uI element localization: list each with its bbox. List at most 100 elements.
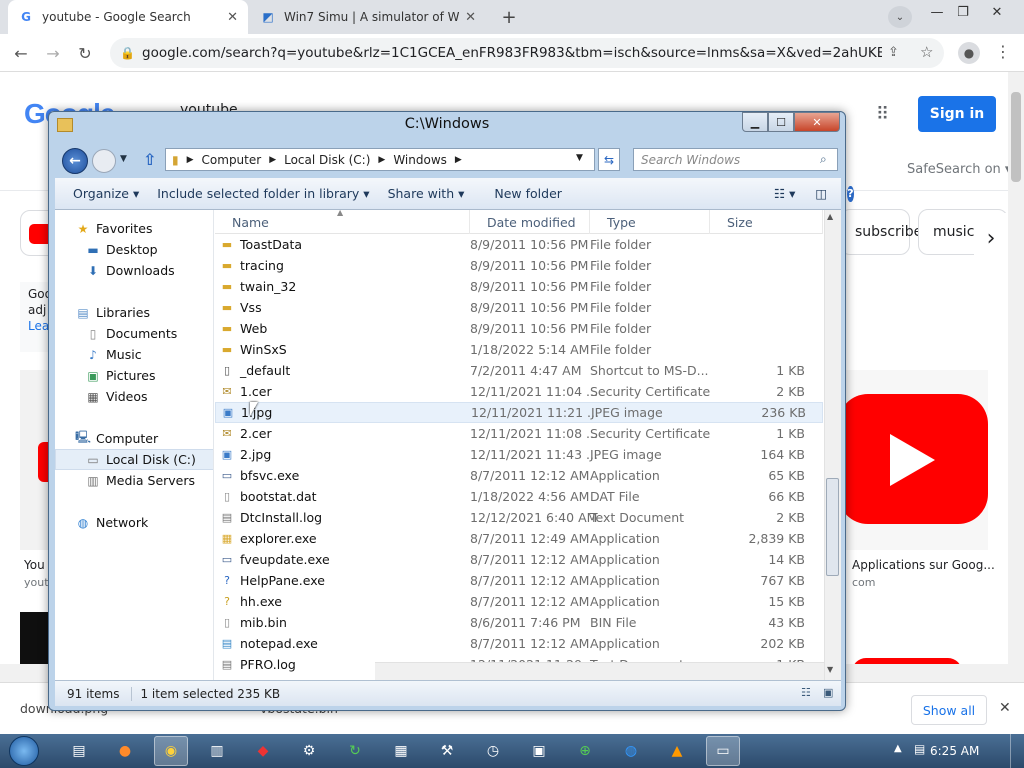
file-row[interactable]: ▭ bfsvc.exe 8/7/2011 12:12 AM Application 65… xyxy=(215,465,823,486)
new-tab-button[interactable]: + xyxy=(496,5,522,29)
include-in-library-button[interactable]: Include selected folder in library ▾ xyxy=(157,186,369,201)
nav-downloads[interactable]: ⬇ Downloads xyxy=(55,260,213,281)
file-row[interactable]: ▤ DtcInstall.log 12/12/2021 6:40 AM Text Do… xyxy=(215,507,823,528)
forward-arrow-icon[interactable]: → xyxy=(42,42,64,64)
recent-pages-chevron-icon[interactable]: ▼ xyxy=(120,154,127,164)
address-dropdown-icon[interactable]: ▼ xyxy=(576,153,583,163)
tray-expand-icon[interactable]: ▲ xyxy=(894,743,902,754)
organize-button[interactable]: Organize ▾ xyxy=(73,186,139,201)
column-name[interactable]: Name ▲ xyxy=(215,210,470,234)
close-window-button[interactable]: ✕ xyxy=(984,2,1010,22)
taskbar-window-icon[interactable]: ▭ xyxy=(706,736,740,766)
new-folder-button[interactable]: New folder xyxy=(494,186,562,201)
explorer-address-bar[interactable]: ▮ ▶ Computer ▶ Local Disk (C:) ▶ Windows… xyxy=(165,148,595,171)
taskbar-network-icon[interactable]: ⊕ xyxy=(568,736,602,766)
file-row[interactable]: ▬ ToastData 8/9/2011 10:56 PM File folder xyxy=(215,234,823,255)
taskbar-globe-icon[interactable]: ◍ xyxy=(614,736,648,766)
taskbar-vlc-icon[interactable]: ▲ xyxy=(660,736,694,766)
refresh-icon[interactable]: ⇆ xyxy=(598,148,620,171)
file-row[interactable]: ▣ 2.jpg 12/11/2021 11:43 ... JPEG image 164 … xyxy=(215,444,823,465)
taskbar-calculator-icon[interactable]: ▦ xyxy=(384,736,418,766)
forward-arrow-icon[interactable] xyxy=(92,149,116,173)
breadcrumb-windows[interactable]: Windows xyxy=(393,153,447,167)
breadcrumb-computer[interactable]: Computer xyxy=(202,153,262,167)
chevron-right-icon[interactable]: › xyxy=(974,213,1008,263)
explorer-minimize-button[interactable]: ▁ xyxy=(742,112,768,132)
file-row[interactable]: ▦ explorer.exe 8/7/2011 12:49 AM Applicatio… xyxy=(215,528,823,549)
taskbar-settings-icon[interactable]: ⚒ xyxy=(430,736,464,766)
taskbar-tool-icon[interactable]: ⚙ xyxy=(292,736,326,766)
file-row[interactable]: ▬ Web 8/9/2011 10:56 PM File folder xyxy=(215,318,823,339)
file-row[interactable]: ▬ twain_32 8/9/2011 10:56 PM File folder xyxy=(215,276,823,297)
back-arrow-icon[interactable]: ← xyxy=(62,148,88,174)
scroll-down-icon[interactable]: ▼ xyxy=(827,665,833,674)
file-row[interactable]: ▯ mib.bin 8/6/2011 7:46 PM BIN File 43 KB xyxy=(215,612,823,633)
file-row[interactable]: ▬ WinSxS 1/18/2022 5:14 AM File folder xyxy=(215,339,823,360)
up-arrow-icon[interactable]: ⇧ xyxy=(143,150,156,169)
file-row[interactable]: ▬ tracing 8/9/2011 10:56 PM File folder xyxy=(215,255,823,276)
file-list-scrollbar-thumb[interactable] xyxy=(826,478,839,576)
page-scrollbar-thumb[interactable] xyxy=(1011,92,1021,182)
chip-subscribe[interactable]: subscribe xyxy=(840,209,922,255)
image-thumbnail-left-2[interactable] xyxy=(20,612,48,664)
taskbar-notes-icon[interactable]: ▥ xyxy=(200,736,234,766)
profile-avatar-icon[interactable]: ● xyxy=(958,42,980,64)
scroll-up-icon[interactable]: ▲ xyxy=(827,212,833,221)
image-caption-right[interactable]: Applications sur Goog... xyxy=(852,558,995,572)
close-download-bar-icon[interactable]: ✕ xyxy=(999,700,1011,716)
show-all-downloads-button[interactable]: Show all xyxy=(911,695,987,725)
search-icon[interactable]: ⌕ xyxy=(820,152,827,167)
minimize-button[interactable]: — xyxy=(924,2,950,22)
explorer-search-input[interactable]: Search Windows ⌕ xyxy=(633,148,838,171)
close-tab-icon[interactable]: ✕ xyxy=(465,10,476,25)
horizontal-scrollbar[interactable] xyxy=(375,662,824,680)
image-caption-left[interactable]: You xyxy=(24,558,45,572)
help-icon[interactable]: ? xyxy=(847,185,854,202)
nav-media-servers[interactable]: ▥ Media Servers xyxy=(55,470,213,491)
bookmark-star-icon[interactable]: ☆ xyxy=(920,43,933,61)
start-button[interactable] xyxy=(4,734,44,768)
large-icons-view-icon[interactable]: ▣ xyxy=(823,686,833,699)
file-row[interactable]: ✉ 2.cer 12/11/2021 11:08 ... Security Certi… xyxy=(215,423,823,444)
image-thumbnail-right-2[interactable] xyxy=(838,612,988,672)
tray-network-icon[interactable]: ▤ xyxy=(914,742,925,756)
taskbar-explorer-icon[interactable]: ▤ xyxy=(62,736,96,766)
nav-pictures[interactable]: ▣ Pictures xyxy=(55,365,213,386)
change-view-icon[interactable]: ☷ ▾ xyxy=(774,186,795,201)
sign-in-button[interactable]: Sign in xyxy=(918,96,996,132)
column-size[interactable]: Size xyxy=(710,210,823,234)
file-list-scrollbar[interactable] xyxy=(824,210,841,680)
file-row[interactable]: ? HelpPane.exe 8/7/2011 12:12 AM Applicatio… xyxy=(215,570,823,591)
tab-win7-simu[interactable]: ◩ Win7 Simu | A simulator of Windo ✕ xyxy=(250,0,486,34)
column-type[interactable]: Type xyxy=(590,210,710,234)
apps-grid-icon[interactable]: ⠿ xyxy=(876,106,894,124)
taskbar-clock[interactable]: 6:25 AM xyxy=(930,744,979,758)
file-row[interactable]: ▣ 1.jpg 12/11/2021 11:21 ... JPEG image 236 … xyxy=(215,402,823,423)
tab-search-chevron-icon[interactable]: ⌄ xyxy=(888,6,912,28)
taskbar-chrome-icon[interactable]: ◉ xyxy=(154,736,188,766)
preview-pane-icon[interactable]: ◫ xyxy=(815,186,827,201)
taskbar-refresh-icon[interactable]: ↻ xyxy=(338,736,372,766)
address-bar[interactable]: 🔒 google.com/search?q=youtube&rlz=1C1GCE… xyxy=(110,38,944,68)
chrome-menu-icon[interactable]: ⋮ xyxy=(995,42,1011,61)
restore-button[interactable]: ❐ xyxy=(950,2,976,22)
taskbar-clock-icon[interactable]: ◷ xyxy=(476,736,510,766)
reload-icon[interactable]: ↻ xyxy=(74,42,96,64)
explorer-close-button[interactable]: ✕ xyxy=(794,112,840,132)
file-row[interactable]: ? hh.exe 8/7/2011 12:12 AM Application 15 KB xyxy=(215,591,823,612)
nav-libraries[interactable]: ▤ Libraries xyxy=(55,302,213,323)
nav-favorites[interactable]: ★ Favorites xyxy=(55,218,213,239)
breadcrumb-local-disk[interactable]: Local Disk (C:) xyxy=(284,153,370,167)
file-row[interactable]: ▬ Vss 8/9/2011 10:56 PM File folder xyxy=(215,297,823,318)
close-tab-icon[interactable]: ✕ xyxy=(227,10,238,25)
nav-network[interactable]: ◍ Network xyxy=(55,512,213,533)
back-arrow-icon[interactable]: ← xyxy=(10,42,32,64)
nav-documents[interactable]: ▯ Documents xyxy=(55,323,213,344)
file-row[interactable]: ▯ _default 7/2/2011 4:47 AM Shortcut to MS-… xyxy=(215,360,823,381)
nav-music[interactable]: ♪ Music xyxy=(55,344,213,365)
nav-computer[interactable]: 🖳 Computer xyxy=(55,428,213,449)
share-with-button[interactable]: Share with ▾ xyxy=(388,186,465,201)
file-row[interactable]: ▤ notepad.exe 8/7/2011 12:12 AM Application… xyxy=(215,633,823,654)
safesearch-toggle[interactable]: SafeSearch on ▾ xyxy=(907,162,1011,177)
file-row[interactable]: ✉ 1.cer 12/11/2021 11:04 ... Security Certi… xyxy=(215,381,823,402)
